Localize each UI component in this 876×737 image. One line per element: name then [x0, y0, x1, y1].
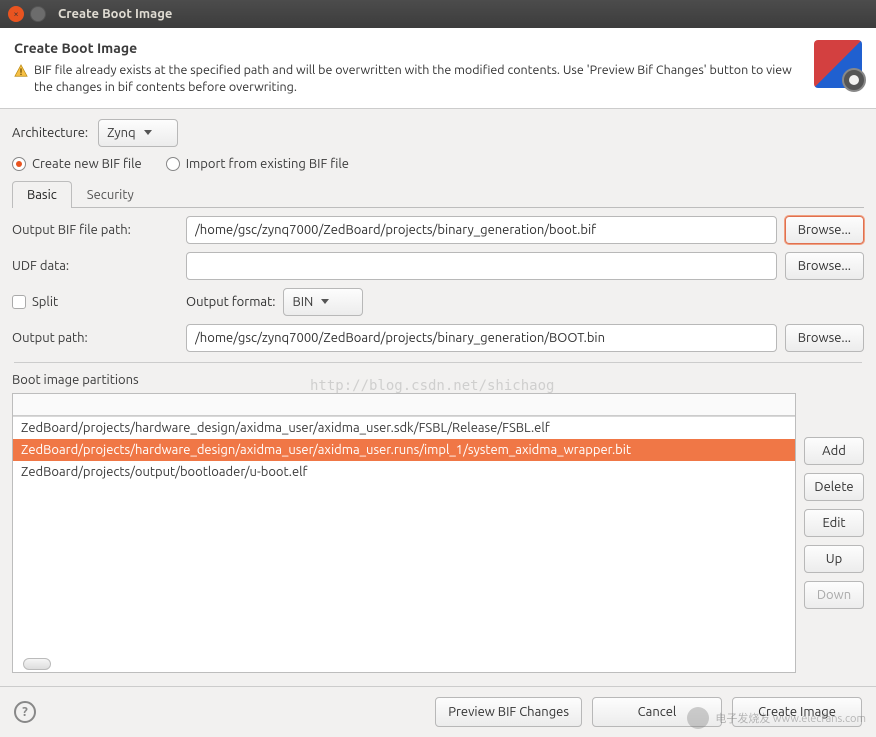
list-header — [13, 394, 795, 416]
browse-udf-button[interactable]: Browse... — [785, 252, 864, 280]
scroll-thumb[interactable] — [23, 658, 51, 670]
radio-import-existing[interactable]: Import from existing BIF file — [166, 157, 349, 171]
radio-import-label: Import from existing BIF file — [186, 157, 349, 171]
partitions-listbox[interactable]: ZedBoard/projects/hardware_design/axidma… — [12, 393, 796, 673]
delete-button[interactable]: Delete — [804, 473, 864, 501]
architecture-value: Zynq — [107, 126, 136, 140]
warning-icon — [14, 64, 28, 78]
chevron-down-icon — [321, 299, 329, 304]
checkbox-icon — [12, 295, 26, 309]
page-title: Create Boot Image — [14, 40, 804, 56]
radio-create-label: Create new BIF file — [32, 157, 142, 171]
output-path-input[interactable] — [186, 324, 777, 352]
dialog-header: Create Boot Image BIF file already exist… — [0, 28, 876, 109]
output-format-label: Output format: — [186, 295, 275, 309]
udf-label: UDF data: — [12, 259, 178, 273]
add-button[interactable]: Add — [804, 437, 864, 465]
chevron-down-icon — [144, 130, 152, 135]
split-checkbox[interactable]: Split — [12, 295, 178, 309]
radio-dot-icon — [166, 157, 180, 171]
preview-button[interactable]: Preview BIF Changes — [435, 697, 582, 727]
list-item[interactable]: ZedBoard/projects/hardware_design/axidma… — [13, 439, 795, 461]
help-icon[interactable]: ? — [14, 701, 36, 723]
tab-basic[interactable]: Basic — [12, 181, 72, 208]
window-title: Create Boot Image — [58, 7, 172, 21]
output-bif-label: Output BIF file path: — [12, 223, 178, 237]
app-icon — [814, 40, 862, 88]
list-item[interactable]: ZedBoard/projects/output/bootloader/u-bo… — [13, 461, 795, 483]
udf-input[interactable] — [186, 252, 777, 280]
tab-security[interactable]: Security — [72, 181, 149, 208]
architecture-label: Architecture: — [12, 126, 88, 140]
split-label: Split — [32, 295, 58, 309]
output-format-select[interactable]: BIN — [283, 288, 363, 316]
dialog-footer: ? Preview BIF Changes Cancel Create Imag… — [0, 686, 876, 737]
gear-icon — [842, 68, 866, 92]
browse-output-button[interactable]: Browse... — [785, 324, 864, 352]
browse-bif-button[interactable]: Browse... — [785, 216, 864, 244]
radio-create-new[interactable]: Create new BIF file — [12, 157, 142, 171]
close-icon[interactable]: × — [8, 6, 24, 22]
down-button[interactable]: Down — [804, 581, 864, 609]
list-item[interactable]: ZedBoard/projects/hardware_design/axidma… — [13, 417, 795, 439]
edit-button[interactable]: Edit — [804, 509, 864, 537]
warning-text: BIF file already exists at the specified… — [34, 62, 804, 96]
output-format-value: BIN — [292, 295, 313, 309]
window-titlebar: × Create Boot Image — [0, 0, 876, 28]
up-button[interactable]: Up — [804, 545, 864, 573]
partitions-label: Boot image partitions — [12, 373, 864, 387]
architecture-select[interactable]: Zynq — [98, 119, 178, 147]
horizontal-scrollbar[interactable] — [23, 658, 791, 670]
cancel-button[interactable]: Cancel — [592, 697, 722, 727]
divider — [14, 362, 862, 363]
create-image-button[interactable]: Create Image — [732, 697, 862, 727]
output-path-label: Output path: — [12, 331, 178, 345]
minimize-icon[interactable] — [30, 6, 46, 22]
output-bif-input[interactable] — [186, 216, 777, 244]
radio-dot-icon — [12, 157, 26, 171]
